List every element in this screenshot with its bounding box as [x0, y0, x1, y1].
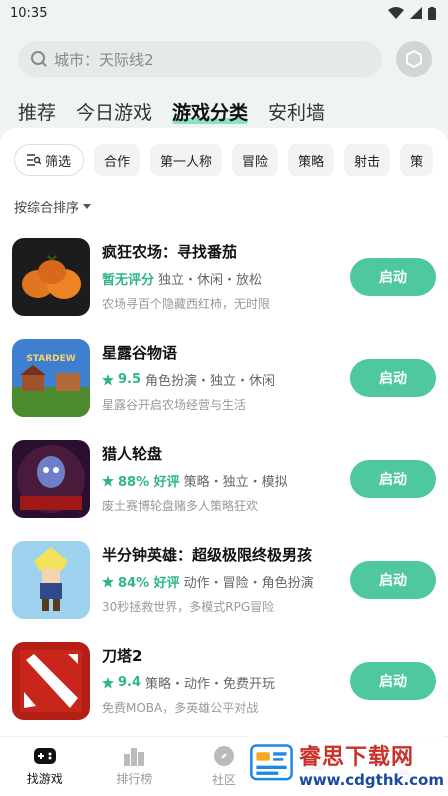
tab-game-categories[interactable]: 游戏分类: [172, 98, 249, 125]
search-placeholder: 城市：天际线2: [54, 50, 154, 69]
list-item[interactable]: 疯狂农场：寻找番茄 暂无评分 独立・休闲・放松 农场寻百个隐藏西红柿，无时限 启…: [12, 226, 436, 327]
filter-label: 筛选: [45, 154, 72, 170]
game-name: 刀塔2: [102, 647, 143, 665]
game-name: 半分钟英雄：超级极限终极男孩: [102, 546, 313, 564]
tab-recommend[interactable]: 推荐: [18, 98, 56, 125]
watermark-url: www.cdgthk.com: [298, 771, 444, 789]
game-meta: 9.4 策略・动作・免费开玩: [102, 673, 342, 692]
game-tags: 策略・动作・免费开玩: [145, 677, 276, 692]
game-description: 免费MOBA，多英雄公平对战: [102, 701, 259, 715]
caret-down-icon: [83, 203, 92, 209]
game-thumbnail: [12, 540, 90, 619]
game-info: 猎人轮盘 88% 好评 策略・独立・模拟 废土赛博轮盘赌多人策略狂欢: [102, 443, 342, 514]
star-icon: [102, 676, 114, 688]
game-score: 9.4: [118, 675, 142, 690]
game-thumbnail: [12, 641, 90, 720]
game-info: 星露谷物语 9.5 角色扮演・独立・休闲 星露谷开启农场经营与生活: [102, 342, 342, 413]
game-name: 疯狂农场：寻找番茄: [102, 243, 238, 261]
nav-find-games[interactable]: 找游戏: [0, 737, 90, 796]
launch-button[interactable]: 启动: [350, 560, 436, 599]
list-item[interactable]: STARDEW 星露谷物语 9.5 角色扮演・独立・休闲 星露谷开启农场经营与生…: [12, 327, 436, 428]
game-score: 9.5: [118, 372, 142, 387]
star-icon: [102, 575, 114, 587]
game-meta: 暂无评分 独立・休闲・放松: [102, 269, 342, 288]
gamepad-icon: [33, 748, 56, 764]
tag-chip[interactable]: 合作: [94, 144, 141, 176]
list-item[interactable]: 猎人轮盘 88% 好评 策略・独立・模拟 废土赛博轮盘赌多人策略狂欢 启动: [12, 428, 436, 529]
launch-button[interactable]: 启动: [350, 358, 436, 397]
watermark: 睿思下载网 www.cdgthk.com: [248, 734, 444, 794]
status-icons: [388, 6, 436, 20]
star-icon: [102, 373, 114, 385]
compass-icon: [213, 746, 234, 766]
tag-chip[interactable]: 第一人称: [150, 144, 223, 176]
launch-button[interactable]: 启动: [350, 661, 436, 700]
filter-bar: 筛选 合作 第一人称 冒险 策略 射击 策: [0, 128, 448, 178]
status-bar: 10:35: [0, 0, 448, 26]
game-tags: 角色扮演・独立・休闲: [145, 374, 276, 389]
nav-label: 找游戏: [26, 772, 63, 786]
game-description: 废土赛博轮盘赌多人策略狂欢: [102, 499, 259, 513]
nav-ranking[interactable]: 排行榜: [90, 737, 180, 796]
search-input[interactable]: 城市：天际线2: [18, 41, 382, 77]
game-thumbnail: [12, 439, 90, 518]
star-icon: [102, 474, 114, 486]
tag-chip[interactable]: 冒险: [232, 144, 279, 176]
game-meta: 84% 好评 动作・冒险・角色扮演: [102, 572, 342, 591]
status-time: 10:35: [10, 5, 48, 21]
game-score: 88% 好评: [118, 475, 180, 490]
launch-button[interactable]: 启动: [350, 459, 436, 498]
game-description: 农场寻百个隐藏西红柿，无时限: [102, 297, 271, 311]
launch-button[interactable]: 启动: [350, 257, 436, 296]
game-score: 暂无评分: [102, 273, 155, 288]
game-name: 星露谷物语: [102, 344, 178, 362]
game-description: 30秒拯救世界，多模式RPG冒险: [102, 600, 275, 614]
game-info: 疯狂农场：寻找番茄 暂无评分 独立・休闲・放松 农场寻百个隐藏西红柿，无时限: [102, 241, 342, 312]
wifi-icon: [388, 7, 404, 19]
game-info: 半分钟英雄：超级极限终极男孩 84% 好评 动作・冒险・角色扮演 30秒拯救世界…: [102, 544, 342, 615]
game-thumbnail: STARDEW: [12, 338, 90, 417]
tag-chip[interactable]: 策: [400, 144, 434, 176]
filter-icon: [27, 154, 41, 166]
watermark-title: 睿思下载网: [298, 745, 414, 770]
download-manager-icon[interactable]: [396, 41, 432, 77]
nav-label: 排行榜: [116, 772, 153, 786]
signal-icon: [410, 7, 422, 19]
game-tags: 独立・休闲・放松: [158, 273, 263, 288]
list-item[interactable]: 刀塔2 9.4 策略・动作・免费开玩 免费MOBA，多英雄公平对战 启动: [12, 630, 436, 731]
game-description: 星露谷开启农场经营与生活: [102, 398, 247, 412]
ranking-icon: [124, 748, 145, 766]
game-score: 84% 好评: [118, 576, 180, 591]
filter-button[interactable]: 筛选: [14, 144, 85, 176]
tag-chip[interactable]: 策略: [288, 144, 335, 176]
tag-chip[interactable]: 射击: [344, 144, 391, 176]
tab-today-games[interactable]: 今日游戏: [76, 98, 152, 125]
tab-recommend-wall[interactable]: 安利墙: [268, 98, 325, 125]
game-list: 疯狂农场：寻找番茄 暂无评分 独立・休闲・放松 农场寻百个隐藏西红柿，无时限 启…: [0, 218, 448, 731]
list-item[interactable]: 半分钟英雄：超级极限终极男孩 84% 好评 动作・冒险・角色扮演 30秒拯救世界…: [12, 529, 436, 630]
svg-text:STARDEW: STARDEW: [26, 354, 75, 364]
sort-label: 按综合排序: [14, 200, 80, 216]
sort-dropdown[interactable]: 按综合排序: [0, 178, 448, 218]
game-info: 刀塔2 9.4 策略・动作・免费开玩 免费MOBA，多英雄公平对战: [102, 645, 342, 716]
nav-label: 社区: [211, 773, 236, 787]
search-icon: [31, 51, 47, 67]
watermark-text: 睿思下载网 www.cdgthk.com: [299, 739, 444, 789]
game-thumbnail: [12, 237, 90, 316]
game-tags: 动作・冒险・角色扮演: [183, 576, 314, 591]
content-panel: 筛选 合作 第一人称 冒险 策略 射击 策 按综合排序 疯狂农场：寻找番茄 暂无…: [0, 128, 448, 736]
search-row: 城市：天际线2: [0, 26, 448, 84]
game-meta: 88% 好评 策略・独立・模拟: [102, 471, 342, 490]
game-name: 猎人轮盘: [102, 445, 163, 463]
top-tabs: 推荐 今日游戏 游戏分类 安利墙: [0, 84, 448, 132]
game-meta: 9.5 角色扮演・独立・休闲: [102, 370, 342, 389]
watermark-logo-icon: [250, 744, 293, 781]
battery-icon: [428, 6, 436, 20]
game-tags: 策略・独立・模拟: [183, 475, 288, 490]
